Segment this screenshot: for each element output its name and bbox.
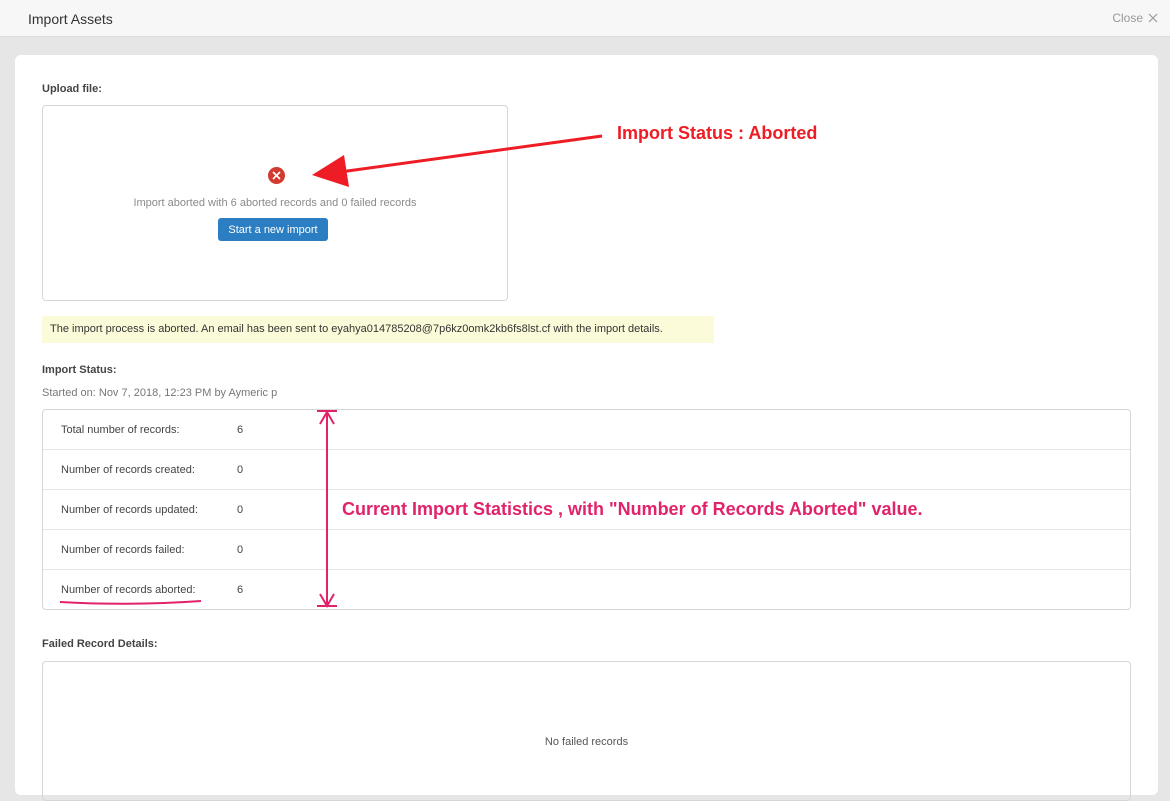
stat-label: Number of records aborted: — [61, 584, 196, 596]
modal-title: Import Assets — [28, 11, 113, 27]
stat-label: Total number of records: — [61, 424, 180, 436]
import-status-label: Import Status: — [42, 364, 117, 376]
stat-value: 0 — [237, 464, 244, 476]
stat-label: Number of records updated: — [61, 504, 198, 516]
upload-file-label: Upload file: — [42, 83, 102, 95]
stat-value: 6 — [237, 424, 244, 436]
error-x-icon — [268, 167, 285, 184]
status-callout: Import Status : Aborted — [617, 123, 818, 143]
modal-header: Import Assets Close — [0, 0, 1170, 37]
stat-row-aborted: Number of records aborted: 6 — [43, 570, 1130, 610]
close-label: Close — [1112, 11, 1143, 25]
no-failed-records-text: No failed records — [544, 736, 629, 748]
stat-row-failed: Number of records failed: 0 — [43, 530, 1130, 570]
stats-callout: Current Import Statistics , with "Number… — [342, 499, 923, 519]
stat-value: 6 — [237, 584, 244, 596]
stat-label: Number of records created: — [61, 464, 195, 476]
stat-label: Number of records failed: — [61, 544, 185, 556]
failed-records-box: No failed records — [42, 661, 1131, 801]
failed-details-label: Failed Record Details: — [42, 638, 158, 650]
import-panel: Upload file: Import aborted with 6 abort… — [15, 55, 1158, 801]
stat-value: 0 — [237, 504, 244, 516]
started-on-text: Started on: Nov 7, 2018, 12:23 PM by Aym… — [42, 387, 278, 399]
stat-row-total: Total number of records: 6 — [43, 410, 1130, 450]
abort-notice: The import process is aborted. An email … — [42, 316, 714, 343]
close-icon — [1148, 13, 1158, 23]
close-button[interactable]: Close — [1112, 11, 1158, 25]
stat-row-created: Number of records created: 0 — [43, 450, 1130, 490]
start-new-import-button[interactable]: Start a new import — [218, 218, 328, 241]
stat-value: 0 — [237, 544, 244, 556]
import-result-message: Import aborted with 6 aborted records an… — [133, 197, 417, 209]
upload-dropzone: Import aborted with 6 aborted records an… — [42, 105, 508, 301]
